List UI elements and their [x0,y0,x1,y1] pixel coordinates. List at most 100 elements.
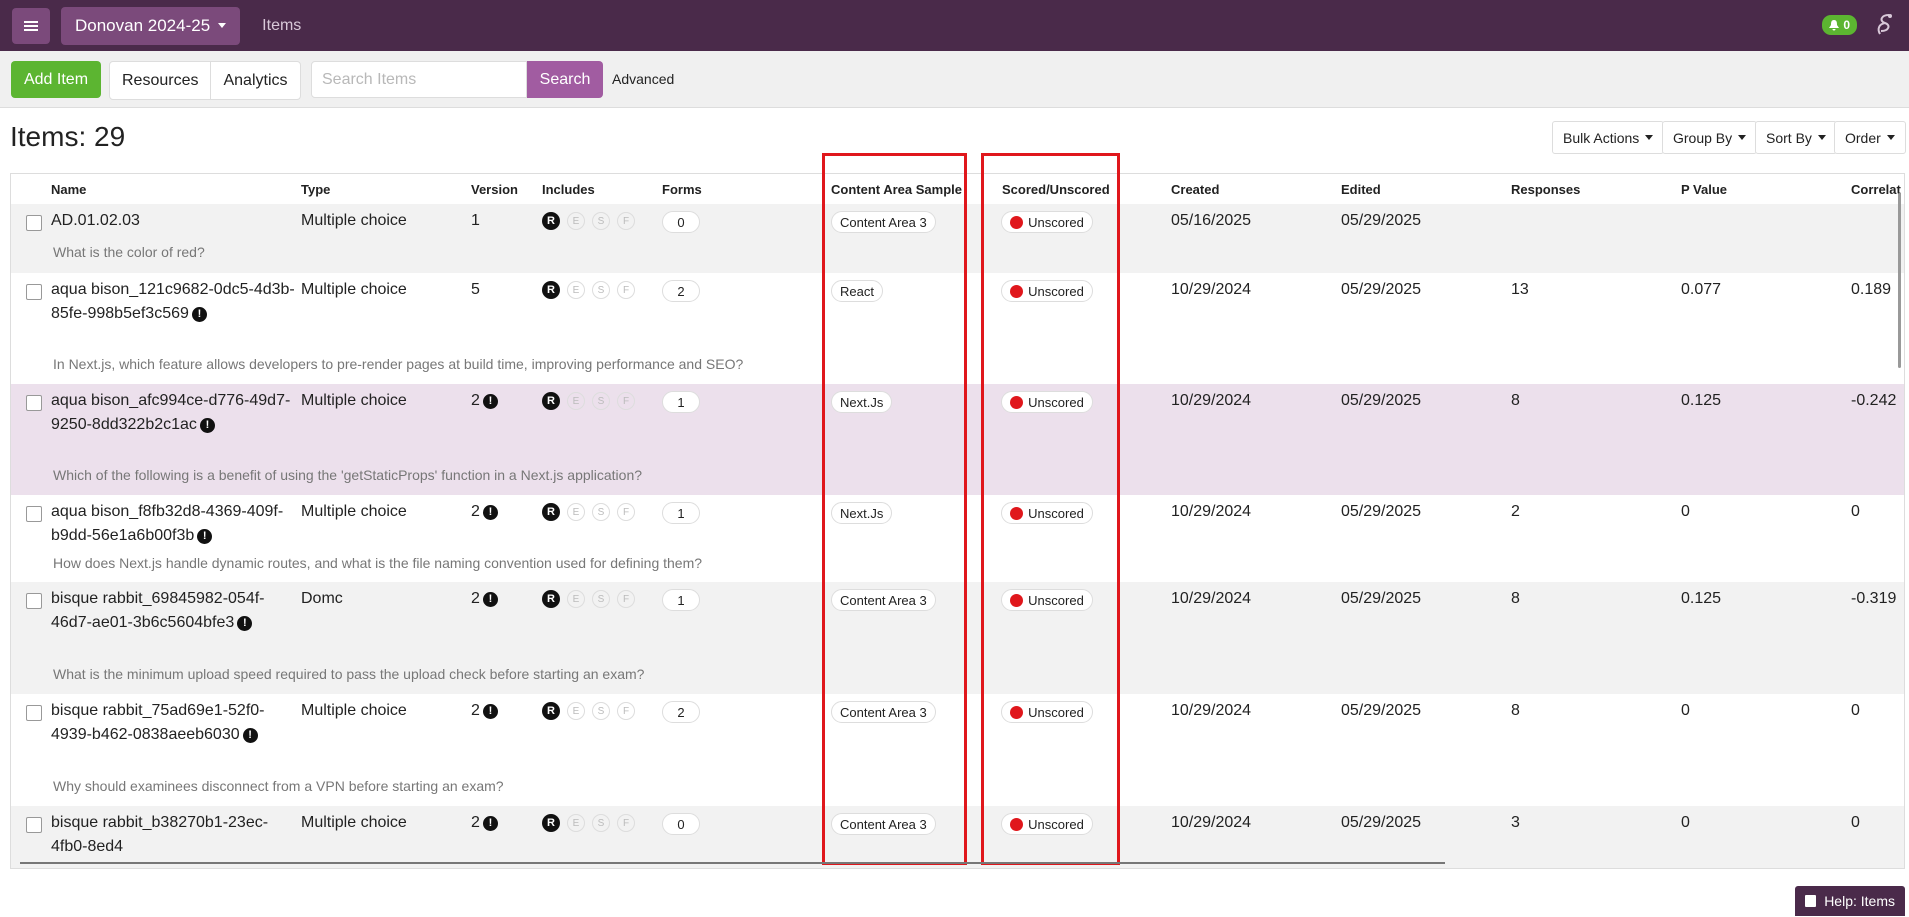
item-name[interactable]: aqua bison_afc994ce-d776-49d7-9250-8dd32… [51,389,296,437]
book-icon [1805,895,1817,907]
app-logo-icon[interactable] [1871,12,1897,38]
item-name[interactable]: bisque rabbit_69845982-054f-46d7-ae01-3b… [51,587,296,635]
horizontal-scrollbar[interactable] [20,862,1445,864]
hamburger-icon[interactable] [12,7,50,44]
row-checkbox[interactable] [26,215,42,231]
content-area-badge: Content Area 3 [831,813,936,835]
col-edited[interactable]: Edited [1341,182,1381,197]
row-checkbox[interactable] [26,593,42,609]
forms-count-badge[interactable]: 0 [662,813,700,835]
item-type: Multiple choice [301,503,407,520]
version-text: 2 [471,702,480,719]
p-value: 0.125 [1681,590,1722,607]
item-name[interactable]: bisque rabbit_b38270b1-23ec-4fb0-8ed4 [51,811,296,859]
scored-status-badge: Unscored [1001,701,1093,723]
item-type: Multiple choice [301,212,407,229]
row-checkbox[interactable] [26,506,42,522]
include-badge-f: F [617,503,635,521]
breadcrumb[interactable]: Items [262,17,301,35]
scored-status-badge: Unscored [1001,502,1093,524]
item-name[interactable]: aqua bison_f8fb32d8-4369-409f-b9dd-56e1a… [51,500,296,548]
forms-count-badge[interactable]: 1 [662,589,700,611]
forms-count-badge[interactable]: 1 [662,391,700,413]
col-name[interactable]: Name [51,182,86,197]
item-version: 1 [471,209,480,233]
responses-count: 8 [1511,392,1520,409]
includes-badges: RESF [542,212,635,230]
item-version: 5 [471,278,480,302]
warning-icon: ! [237,616,253,631]
col-correlation[interactable]: Correlat [1851,182,1901,197]
row-checkbox[interactable] [26,284,42,300]
include-badge-f: F [617,702,635,720]
org-selector[interactable]: Donovan 2024-25 [61,6,241,45]
vertical-scrollbar[interactable] [1898,193,1901,368]
version-text: 1 [471,212,480,229]
col-created[interactable]: Created [1171,182,1219,197]
chevron-down-icon [1645,135,1654,140]
item-name-text: bisque rabbit_75ad69e1-52f0-4939-b462-08… [51,702,265,743]
search-button[interactable]: Search [527,61,603,98]
col-content-area[interactable]: Content Area Sample [831,182,962,197]
warning-icon: ! [482,394,498,409]
forms-count-badge[interactable]: 1 [662,502,700,524]
resources-button[interactable]: Resources [110,62,210,99]
table-row[interactable]: bisque rabbit_75ad69e1-52f0-4939-b462-08… [11,694,1904,806]
group-by-dropdown[interactable]: Group By [1662,121,1758,154]
version-text: 2 [471,392,480,409]
help-button[interactable]: Help: Items [1795,886,1905,916]
col-includes[interactable]: Includes [542,182,595,197]
p-value: 0.077 [1681,281,1722,298]
row-checkbox[interactable] [26,705,42,721]
col-forms[interactable]: Forms [662,182,702,197]
item-version: 2! [471,587,498,611]
table-row[interactable]: aqua bison_afc994ce-d776-49d7-9250-8dd32… [11,384,1904,495]
col-pvalue[interactable]: P Value [1681,182,1727,197]
include-badge-s: S [592,503,610,521]
col-responses[interactable]: Responses [1511,182,1580,197]
col-type[interactable]: Type [301,182,330,197]
chevron-down-icon [218,23,227,28]
item-name[interactable]: AD.01.02.03 [51,209,296,233]
sort-by-dropdown[interactable]: Sort By [1755,121,1837,154]
group-by-label: Group By [1673,129,1733,146]
include-badge-f: F [617,814,635,832]
version-text: 5 [471,281,480,298]
created-date: 10/29/2024 [1171,702,1252,719]
col-version[interactable]: Version [471,182,518,197]
forms-count-badge[interactable]: 2 [662,280,700,302]
forms-count-badge[interactable]: 2 [662,701,700,723]
edited-date: 05/29/2025 [1341,503,1422,520]
created-date: 05/16/2025 [1171,212,1252,229]
row-checkbox[interactable] [26,817,42,833]
analytics-button[interactable]: Analytics [210,62,299,99]
col-scored[interactable]: Scored/Unscored [1002,182,1110,197]
created-date: 10/29/2024 [1171,281,1252,298]
add-item-button[interactable]: Add Item [11,61,101,98]
content-area-badge: Next.Js [831,502,893,524]
edited-date: 05/29/2025 [1341,814,1422,831]
table-row[interactable]: aqua bison_f8fb32d8-4369-409f-b9dd-56e1a… [11,495,1904,582]
table-row[interactable]: bisque rabbit_b38270b1-23ec-4fb0-8ed4 Mul… [11,806,1904,868]
item-name[interactable]: bisque rabbit_75ad69e1-52f0-4939-b462-08… [51,699,296,747]
chevron-down-icon [1817,135,1826,140]
notification-badge[interactable]: 0 [1822,15,1857,35]
include-badge-r: R [542,814,560,832]
org-label: Donovan 2024-25 [75,15,211,35]
table-row[interactable]: aqua bison_121c9682-0dc5-4d3b-85fe-998b5… [11,273,1904,384]
bulk-actions-dropdown[interactable]: Bulk Actions [1552,121,1665,154]
table-row[interactable]: bisque rabbit_69845982-054f-46d7-ae01-3b… [11,582,1904,694]
table-row[interactable]: AD.01.02.03 Multiple choice 1 R E S F 0 Content … [11,204,1904,273]
item-name[interactable]: aqua bison_121c9682-0dc5-4d3b-85fe-998b5… [51,278,296,326]
warning-icon: ! [242,728,258,743]
advanced-search-link[interactable]: Advanced [612,71,674,87]
include-badge-f: F [617,281,635,299]
forms-count-badge[interactable]: 0 [662,211,700,233]
p-value: 0.125 [1681,392,1722,409]
created-date: 10/29/2024 [1171,590,1252,607]
top-navbar: Donovan 2024-25 Items 0 [0,0,1909,51]
search-input[interactable] [311,61,527,98]
row-checkbox[interactable] [26,395,42,411]
content-area-badge: Content Area 3 [831,589,936,611]
order-dropdown[interactable]: Order [1834,121,1906,154]
